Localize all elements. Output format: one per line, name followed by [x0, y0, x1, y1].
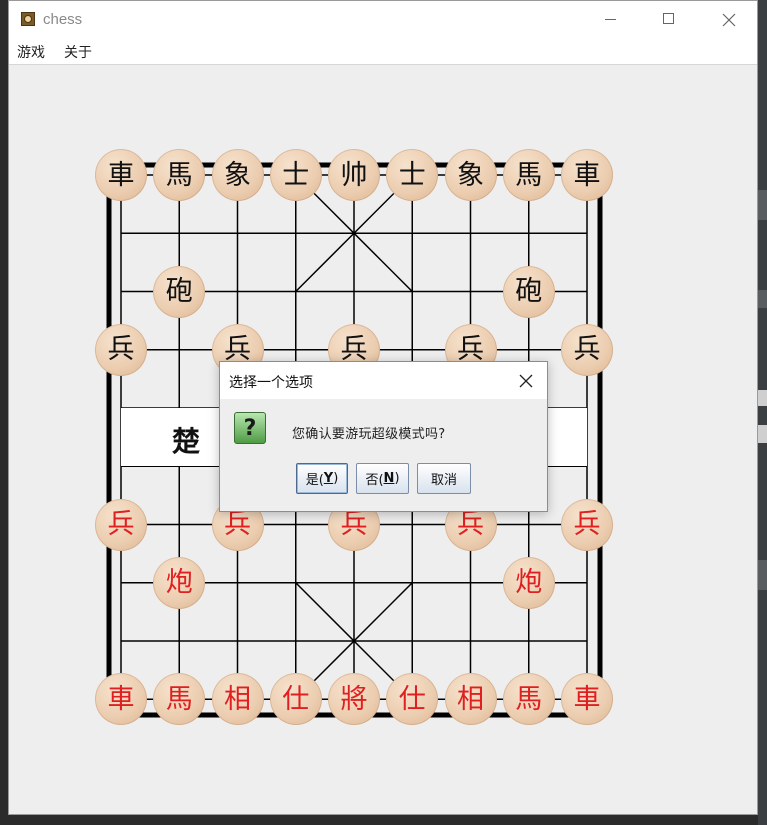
red-piece[interactable]: 仕: [269, 673, 322, 726]
red-piece[interactable]: 相: [211, 673, 264, 726]
cancel-button[interactable]: 取消: [417, 463, 471, 494]
black-piece[interactable]: 士: [386, 149, 439, 201]
black-piece[interactable]: 士: [269, 149, 322, 201]
red-piece[interactable]: 相: [444, 673, 497, 726]
yes-button[interactable]: 是(Y): [296, 463, 348, 494]
red-piece[interactable]: 兵: [561, 498, 613, 551]
confirm-dialog: 选择一个选项 ? 您确认要游玩超级模式吗? 是(Y) 否(N) 取消: [219, 361, 548, 512]
river-label-chu: 楚: [172, 425, 201, 458]
dialog-title-bar: 选择一个选项: [220, 362, 547, 399]
yes-button-suffix: ): [333, 471, 339, 486]
red-piece[interactable]: 車: [95, 673, 147, 726]
black-piece[interactable]: 馬: [502, 149, 555, 201]
black-piece[interactable]: 兵: [95, 323, 147, 376]
red-piece[interactable]: 炮: [153, 556, 206, 609]
black-piece[interactable]: 兵: [561, 323, 613, 376]
red-piece[interactable]: 兵: [95, 498, 147, 551]
no-button-suffix: ): [394, 471, 400, 486]
black-piece[interactable]: 馬: [153, 149, 206, 201]
black-piece[interactable]: 車: [95, 149, 147, 201]
red-piece[interactable]: 車: [561, 673, 613, 726]
yes-button-label: 是(: [305, 473, 324, 488]
red-piece[interactable]: 馬: [502, 673, 555, 726]
red-piece[interactable]: 炮: [502, 556, 555, 609]
red-piece[interactable]: 將: [328, 673, 380, 726]
black-piece[interactable]: 車: [561, 149, 613, 201]
question-icon: ?: [234, 412, 266, 444]
no-button[interactable]: 否(N): [356, 463, 409, 494]
no-button-mnemonic: N: [383, 471, 395, 486]
black-piece[interactable]: 象: [444, 149, 497, 201]
dialog-message: 您确认要游玩超级模式吗?: [292, 427, 446, 442]
black-piece[interactable]: 象: [211, 149, 264, 201]
yes-button-mnemonic: Y: [323, 471, 334, 486]
black-piece[interactable]: 砲: [502, 265, 555, 318]
black-piece[interactable]: 砲: [153, 265, 206, 318]
black-piece[interactable]: 帅: [328, 149, 380, 201]
dialog-title: 选择一个选项: [229, 375, 313, 391]
close-icon: [519, 374, 533, 388]
dialog-close-button[interactable]: [510, 365, 542, 397]
no-button-label: 否(: [365, 473, 384, 488]
